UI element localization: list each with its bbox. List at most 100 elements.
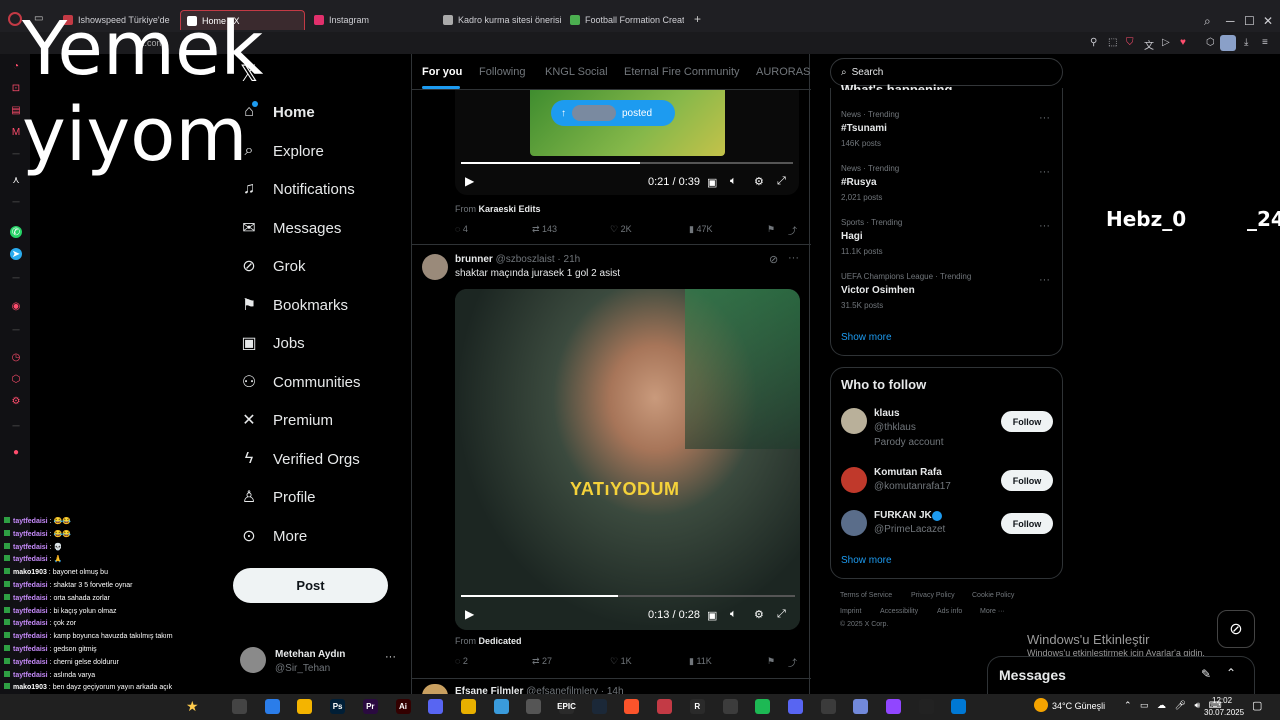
nav-item-notifications[interactable]: ♫ Notifications	[240, 176, 355, 202]
trend-item[interactable]: UEFA Champions League · Trending Victor O…	[841, 272, 971, 310]
follow-name[interactable]: klaus	[874, 408, 900, 419]
epic-games-icon[interactable]: EPIC	[557, 699, 576, 714]
telegram-icon[interactable]: ➤	[10, 248, 22, 260]
shield-icon[interactable]: ⛉	[1126, 37, 1134, 48]
volume-icon[interactable]: 🔈︎	[730, 608, 737, 621]
download-icon[interactable]: ⤓	[1244, 37, 1248, 48]
search-tabs-icon[interactable]: ⌕	[1204, 14, 1211, 29]
volume-icon[interactable]: 🔈︎	[730, 175, 737, 188]
app-icon[interactable]	[820, 699, 836, 714]
follow-name[interactable]: FURKAN JK	[874, 510, 932, 521]
fullscreen-icon[interactable]: ⤢	[777, 175, 786, 188]
reply-button[interactable]: ◌ 4	[455, 224, 468, 234]
trend-more-icon[interactable]: ···	[1039, 274, 1050, 286]
trend-more-icon[interactable]: ···	[1039, 166, 1050, 178]
app-icon[interactable]	[853, 699, 869, 714]
follow-button[interactable]: Follow	[1001, 470, 1053, 491]
browser-tab[interactable]: Kadro kurma sitesi önerisi	[437, 10, 562, 30]
nav-item-verified-orgs[interactable]: ϟ Verified Orgs	[240, 446, 360, 472]
account-switcher[interactable]: Metehan Aydın @Sir_Tehan ···	[240, 645, 405, 681]
trend-more-icon[interactable]: ···	[1039, 220, 1050, 232]
app-icon[interactable]	[428, 699, 444, 714]
nav-item-premium[interactable]: ✕ Premium	[240, 407, 333, 433]
bookmark-button[interactable]: ⚑	[767, 224, 775, 235]
like-button[interactable]: ♡ 2K	[610, 224, 632, 235]
avatar[interactable]	[841, 408, 867, 434]
extensions-icon[interactable]: ⬡	[1206, 37, 1215, 48]
weather-text[interactable]: 34°C Güneşli	[1052, 701, 1105, 711]
footer-link[interactable]: Privacy Policy	[911, 592, 955, 599]
views-button[interactable]: ▮ 11K	[689, 656, 712, 667]
more-icon[interactable]: ●	[10, 446, 22, 458]
premiere-icon[interactable]: Pr	[362, 699, 378, 714]
brave-icon[interactable]	[624, 699, 640, 714]
app-icon[interactable]	[526, 699, 542, 714]
follow-show-more-link[interactable]: Show more	[841, 555, 892, 566]
start-button[interactable]: ★	[186, 698, 212, 716]
app-icon[interactable]	[918, 699, 934, 714]
follow-suggestion[interactable]: klaus @thklaus Parody account Follow	[841, 408, 1053, 448]
browser-tab[interactable]: Football Formation Create	[564, 10, 684, 30]
tab-for-you[interactable]: For you	[422, 66, 462, 78]
account-more-icon[interactable]: ···	[385, 651, 396, 663]
new-message-icon[interactable]: ✎	[1201, 667, 1211, 681]
clock-date[interactable]: 30.07.2025	[1204, 708, 1244, 717]
opera-gx-icon[interactable]	[657, 699, 673, 714]
whatsapp-icon[interactable]: ✆	[10, 226, 22, 238]
like-button[interactable]: ♡ 1K	[610, 656, 632, 667]
aria-icon[interactable]: ⋏	[10, 174, 22, 186]
follow-suggestion[interactable]: FURKAN JK @PrimeLacazet Follow	[841, 510, 1053, 550]
footer-link[interactable]: Imprint	[840, 608, 861, 615]
app-icon[interactable]	[722, 699, 738, 714]
illustrator-icon[interactable]: Ai	[395, 699, 411, 714]
menu-icon[interactable]: ≡	[1262, 37, 1268, 48]
snapshot-icon[interactable]: ⬚	[1108, 37, 1117, 48]
folder-icon[interactable]	[460, 699, 476, 714]
new-tab-button[interactable]: +	[694, 12, 701, 26]
repost-button[interactable]: ⇄ 143	[532, 224, 557, 235]
clock-icon[interactable]: ◷	[10, 351, 22, 363]
app-icon[interactable]	[886, 699, 901, 714]
footer-link[interactable]: More ···	[980, 608, 1005, 615]
fullscreen-icon[interactable]: ⤢	[777, 608, 786, 621]
tab-eternal-fire[interactable]: Eternal Fire Community	[624, 66, 740, 78]
footer-link[interactable]: Cookie Policy	[972, 592, 1014, 599]
trend-item[interactable]: Sports · Trending Hagi 11.1K posts	[841, 218, 902, 256]
maximize-button[interactable]: ☐	[1244, 14, 1255, 28]
steam-icon[interactable]	[591, 699, 607, 714]
play-icon[interactable]: ▷	[1162, 37, 1170, 48]
history-icon[interactable]: ◔	[10, 60, 22, 72]
close-window-button[interactable]: ✕	[1263, 14, 1273, 28]
messages-drawer[interactable]: Messages ✎ ⌃	[987, 656, 1255, 694]
views-button[interactable]: ▮ 47K	[689, 224, 712, 235]
follow-button[interactable]: Follow	[1001, 411, 1053, 432]
trends-show-more-link[interactable]: Show more	[841, 332, 892, 343]
app-icon[interactable]	[493, 699, 509, 714]
nav-item-more[interactable]: ⊙ More	[240, 523, 307, 549]
nav-item-profile[interactable]: ♙ Profile	[240, 484, 316, 510]
post-more-icon[interactable]: ···	[788, 252, 799, 264]
player-icon[interactable]: ◉	[10, 300, 22, 312]
trend-more-icon[interactable]: ···	[1039, 112, 1050, 124]
translate-icon[interactable]: 文	[1144, 37, 1154, 52]
settings-gear-icon[interactable]: ⚙	[754, 608, 764, 621]
play-button[interactable]: ▶	[465, 174, 474, 188]
post2-avatar[interactable]	[422, 254, 448, 280]
nav-item-grok[interactable]: ⊘ Grok	[240, 253, 305, 279]
notifications-icon[interactable]: ▢	[1252, 699, 1262, 712]
cube-icon[interactable]: ⬡	[10, 373, 22, 385]
avatar[interactable]	[841, 467, 867, 493]
discord-icon[interactable]	[787, 699, 803, 714]
photoshop-icon[interactable]: Ps	[330, 699, 346, 714]
follow-suggestion[interactable]: Komutan Rafa @komutanrafa17 Follow	[841, 467, 1053, 507]
post1-video[interactable]: ↑ posted ▶ 0:21 / 0:39 ▣ 🔈︎ ⚙ ⤢	[455, 90, 799, 195]
post2-handle[interactable]: @szboszlaist	[496, 254, 555, 265]
nav-item-bookmarks[interactable]: ⚑ Bookmarks	[240, 292, 348, 318]
footer-link[interactable]: Ads info	[937, 608, 962, 615]
expand-icon[interactable]: ⌃	[1226, 666, 1236, 680]
avatar[interactable]	[841, 510, 867, 536]
task-view-icon[interactable]	[232, 699, 247, 714]
grok-fab[interactable]: ⊘	[1217, 610, 1255, 648]
reply-button[interactable]: ◌ 2	[455, 656, 468, 666]
browser-tab[interactable]: Instagram	[308, 10, 433, 30]
